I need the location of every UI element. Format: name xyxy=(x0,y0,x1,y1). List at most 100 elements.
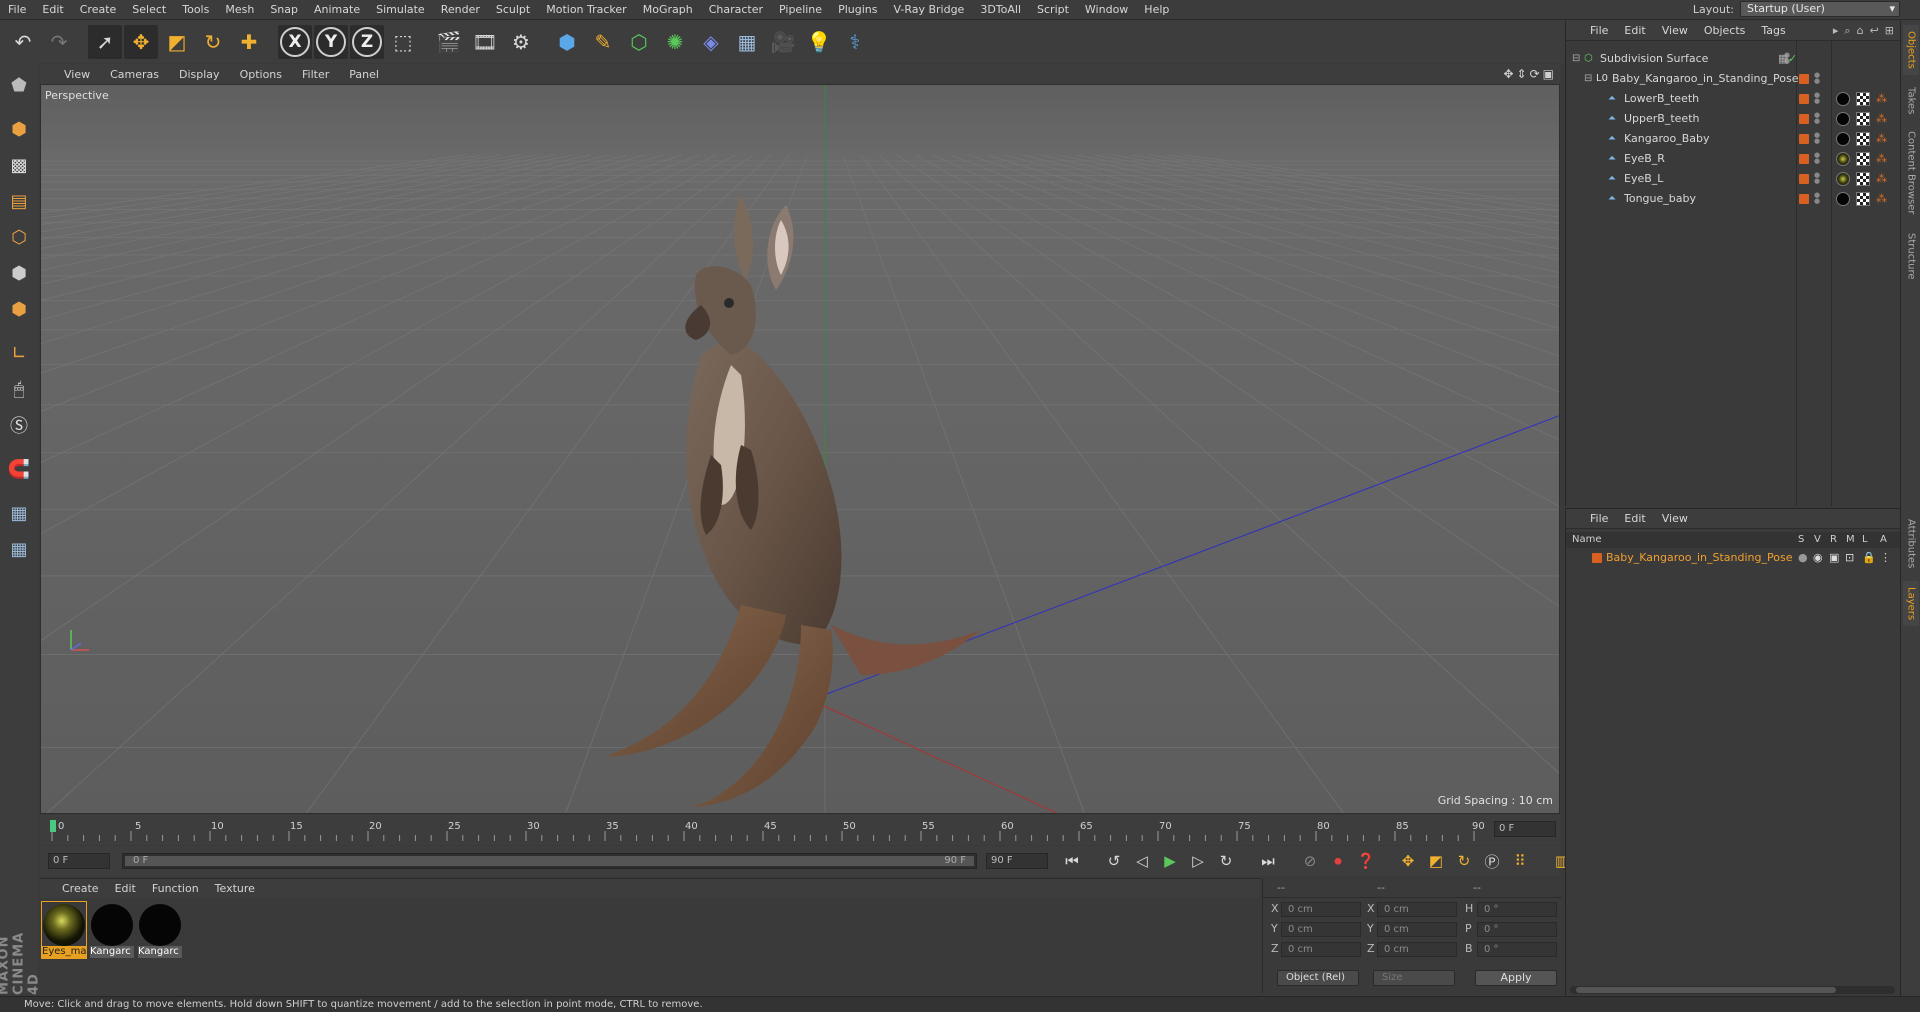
layer-color-icon[interactable] xyxy=(1799,154,1809,164)
object-row[interactable]: ⏶ EyeB_R ● ● ⁂ xyxy=(1566,149,1901,169)
material-menu-function[interactable]: Function xyxy=(144,882,207,895)
om-more-icon[interactable]: ▸ xyxy=(1833,24,1839,38)
uvw-tag-icon[interactable] xyxy=(1856,172,1870,186)
viewport-menu-cameras[interactable]: Cameras xyxy=(100,68,169,81)
coordinate-system-icon[interactable]: ⬚ xyxy=(386,25,420,59)
viewport-menu-filter[interactable]: Filter xyxy=(292,68,339,81)
viewport-zoom-icon[interactable]: ⇕ xyxy=(1517,67,1527,81)
apply-button[interactable]: Apply xyxy=(1475,970,1557,986)
rotation-h-field[interactable]: 0 ° xyxy=(1477,902,1557,917)
material-tag-icon[interactable] xyxy=(1836,172,1850,186)
uvw-tag-icon[interactable] xyxy=(1856,132,1870,146)
phong-tag-icon[interactable]: ⁂ xyxy=(1876,132,1890,146)
position-y-field[interactable]: 0 cm xyxy=(1281,922,1361,937)
material-menu-edit[interactable]: Edit xyxy=(107,882,144,895)
rotate-tool-icon[interactable]: ↻ xyxy=(196,25,230,59)
light-icon[interactable]: 💡 xyxy=(802,25,836,59)
tab-layers[interactable]: Layers xyxy=(1903,581,1919,626)
visibility-dots-icon[interactable]: ● ● xyxy=(1814,112,1820,126)
menu-window[interactable]: Window xyxy=(1077,3,1136,16)
menu-3dtoall[interactable]: 3DToAll xyxy=(972,3,1029,16)
om-menu-objects[interactable]: Objects xyxy=(1696,24,1754,37)
om-menu-file[interactable]: File xyxy=(1582,24,1616,37)
go-to-end-icon[interactable]: ⏭ xyxy=(1256,849,1280,873)
python-icon[interactable]: ⚕ xyxy=(838,25,872,59)
subdivision-generator-icon[interactable]: ⬡ xyxy=(622,25,656,59)
object-row[interactable]: ⏶ EyeB_L ● ● ⁂ xyxy=(1566,169,1901,189)
phong-tag-icon[interactable]: ⁂ xyxy=(1876,112,1890,126)
start-frame-field[interactable]: 0 F xyxy=(48,853,110,869)
menu-vray-bridge[interactable]: V-Ray Bridge xyxy=(885,3,972,16)
material-tag-icon[interactable] xyxy=(1836,132,1850,146)
material-menu-create[interactable]: Create xyxy=(54,882,107,895)
phong-tag-icon[interactable]: ⁂ xyxy=(1876,152,1890,166)
material-swatch[interactable]: Kangarc xyxy=(90,902,134,958)
material-tag-icon[interactable] xyxy=(1836,112,1850,126)
object-row[interactable]: ⏶ Kangaroo_Baby ● ● ⁂ xyxy=(1566,129,1901,149)
render-view-icon[interactable]: 🎬 xyxy=(432,25,466,59)
tab-attributes[interactable]: Attributes xyxy=(1903,511,1919,576)
om-menu-edit[interactable]: Edit xyxy=(1616,24,1653,37)
undo-icon[interactable]: ↶ xyxy=(6,25,40,59)
current-frame-field[interactable]: 0 F xyxy=(1494,821,1556,837)
menu-file[interactable]: File xyxy=(0,3,34,16)
object-row[interactable]: ⊟ ⬡ Subdivision Surface ● ● ▦ ✓ xyxy=(1566,49,1901,69)
size-y-field[interactable]: 0 cm xyxy=(1377,922,1457,937)
uvw-tag-icon[interactable] xyxy=(1856,192,1870,206)
record-scale-icon[interactable]: ◩ xyxy=(1424,849,1448,873)
model-mode-icon[interactable]: ⬢ xyxy=(3,113,35,145)
autokey-record-icon[interactable]: ⏺ xyxy=(1326,849,1350,873)
tab-takes[interactable]: Takes xyxy=(1903,81,1919,121)
layer-color-icon[interactable] xyxy=(1799,174,1809,184)
visibility-dots-icon[interactable]: ● ● xyxy=(1814,132,1820,146)
array-generator-icon[interactable]: ✺ xyxy=(658,25,692,59)
object-row[interactable]: ⏶ LowerB_teeth ● ● ⁂ xyxy=(1566,89,1901,109)
rotation-p-field[interactable]: 0 ° xyxy=(1477,922,1557,937)
tab-structure[interactable]: Structure xyxy=(1903,226,1919,286)
material-tag-icon[interactable] xyxy=(1836,152,1850,166)
redo-icon[interactable]: ↷ xyxy=(42,25,76,59)
workplane-icon[interactable]: ▦ xyxy=(3,497,35,529)
menu-select[interactable]: Select xyxy=(124,3,174,16)
visibility-dots-icon[interactable]: ● ● xyxy=(1814,172,1820,186)
viewport-menu-panel[interactable]: Panel xyxy=(339,68,389,81)
size-mode-dropdown[interactable]: Size xyxy=(1373,970,1455,986)
render-picture-viewer-icon[interactable]: 🎞 xyxy=(468,25,502,59)
viewport-menu-options[interactable]: Options xyxy=(230,68,292,81)
next-frame-icon[interactable]: ▷ xyxy=(1186,849,1210,873)
menu-edit[interactable]: Edit xyxy=(34,3,71,16)
record-point-level-icon[interactable]: ⠿ xyxy=(1508,849,1532,873)
points-mode-icon[interactable]: ⬡ xyxy=(3,221,35,253)
viewport-rotate-icon[interactable]: ⟳ xyxy=(1530,67,1540,81)
menu-animate[interactable]: Animate xyxy=(306,3,368,16)
perspective-viewport[interactable]: Perspective Grid Spacing : 10 cm xyxy=(40,84,1560,814)
timeline-ruler[interactable]: 0 5 10 15 20 25 30 35 40 45 50 55 60 65 … xyxy=(40,815,1560,845)
texture-mode-icon[interactable]: ▩ xyxy=(3,149,35,181)
record-rotation-icon[interactable]: ↻ xyxy=(1452,849,1476,873)
layer-horizontal-scrollbar[interactable] xyxy=(1570,986,1895,994)
material-swatch[interactable]: Kangarc xyxy=(138,902,182,958)
axis-mode-icon[interactable]: ∟ xyxy=(3,337,35,369)
om-new-window-icon[interactable]: ⊞ xyxy=(1885,24,1894,38)
menu-motion-tracker[interactable]: Motion Tracker xyxy=(538,3,634,16)
uvw-tag-icon[interactable] xyxy=(1856,112,1870,126)
enabled-check-icon[interactable]: ✓ xyxy=(1788,49,1797,69)
rotation-b-field[interactable]: 0 ° xyxy=(1477,942,1557,957)
cube-object-icon[interactable]: ⬢ xyxy=(550,25,584,59)
viewport-maximize-icon[interactable]: ▣ xyxy=(1543,67,1554,81)
z-axis-lock-button[interactable]: Z xyxy=(350,25,384,59)
play-forward-icon[interactable]: ▶ xyxy=(1158,849,1182,873)
layer-color-icon[interactable] xyxy=(1799,94,1809,104)
phong-tag-icon[interactable]: ⁂ xyxy=(1876,172,1890,186)
lock-icon[interactable]: 🔒 xyxy=(1862,549,1876,567)
om-back-icon[interactable]: ↩ xyxy=(1870,24,1879,38)
render-icon[interactable]: ▣ xyxy=(1829,549,1839,567)
record-parameter-icon[interactable]: Ⓟ xyxy=(1480,849,1504,873)
visibility-dots-icon[interactable]: ● ● xyxy=(1814,72,1820,86)
floor-scene-icon[interactable]: ▦ xyxy=(730,25,764,59)
viewport-menu-display[interactable]: Display xyxy=(169,68,230,81)
snap-icon[interactable]: Ⓢ xyxy=(3,409,35,441)
animation-icon[interactable]: ⋮ xyxy=(1880,549,1891,567)
menu-plugins[interactable]: Plugins xyxy=(830,3,885,16)
lm-menu-file[interactable]: File xyxy=(1582,512,1616,525)
